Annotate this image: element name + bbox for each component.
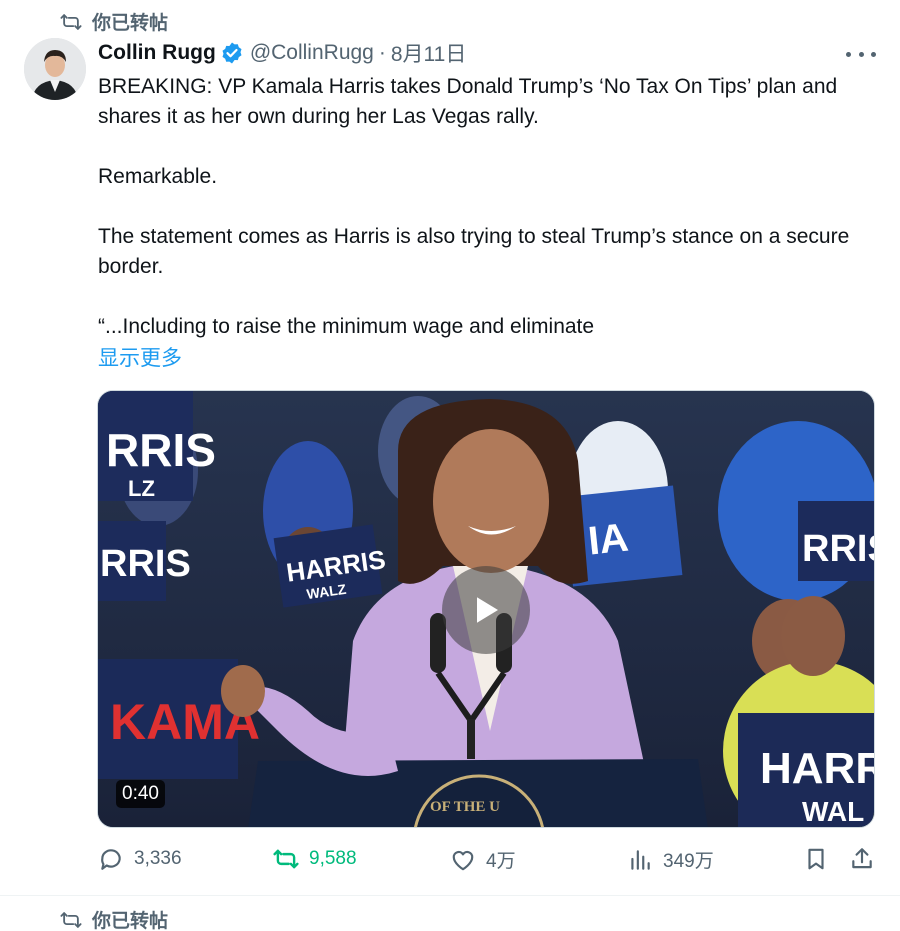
bookmark-button[interactable] xyxy=(803,846,829,872)
sign-text: IA xyxy=(586,516,630,564)
display-name[interactable]: Collin Rugg xyxy=(98,41,216,65)
post-header: Collin Rugg @CollinRugg · 8月11日 xyxy=(98,38,466,68)
reply-button[interactable]: 3,336 xyxy=(98,846,182,872)
view-count: 349万 xyxy=(663,851,714,872)
sign-text: RRIS xyxy=(106,424,216,476)
verified-badge-icon[interactable] xyxy=(220,41,244,65)
repost-count: 9,588 xyxy=(309,848,357,869)
separator: · xyxy=(378,41,386,64)
reply-count: 3,336 xyxy=(134,848,182,869)
bookmark-icon xyxy=(808,848,824,870)
more-icon[interactable] xyxy=(846,44,876,64)
video-player[interactable]: RRIS LZ HARRIS WALZ RRIS IA RRIS KAMA HA… xyxy=(97,390,875,828)
sign-text: WAL xyxy=(802,796,864,827)
repost-icon xyxy=(60,13,82,30)
video-duration: 0:40 xyxy=(116,780,165,808)
post-date[interactable]: 8月11日 xyxy=(391,38,466,68)
divider xyxy=(0,895,900,896)
like-count: 4万 xyxy=(486,851,516,872)
post-paragraph: BREAKING: VP Kamala Harris takes Donald … xyxy=(98,75,838,128)
share-icon xyxy=(852,848,872,869)
post-paragraph: “...Including to raise the minimum wage … xyxy=(98,315,595,338)
social-context-label: 你已转帖 xyxy=(92,13,169,34)
sign-text: OF THE U xyxy=(430,799,500,815)
sign-text: LZ xyxy=(128,476,155,501)
show-more-link[interactable]: 显示更多 xyxy=(98,342,182,372)
sign-text: RRIS xyxy=(802,528,875,570)
sign-text: HARR xyxy=(760,744,875,793)
repost-icon xyxy=(273,849,299,869)
play-icon xyxy=(477,597,498,623)
views-icon xyxy=(631,849,650,870)
post-paragraph: Remarkable. xyxy=(98,165,218,188)
author-handle[interactable]: @CollinRugg xyxy=(250,41,374,65)
post-paragraph: The statement comes as Harris is also tr… xyxy=(98,225,850,278)
repost-icon xyxy=(60,911,82,928)
like-icon xyxy=(452,850,474,870)
avatar[interactable] xyxy=(24,38,86,100)
post-text: BREAKING: VP Kamala Harris takes Donald … xyxy=(98,72,868,342)
repost-button[interactable]: 9,588 xyxy=(273,846,357,872)
views-button[interactable]: 349万 xyxy=(627,846,714,873)
play-button[interactable] xyxy=(442,566,530,654)
like-button[interactable]: 4万 xyxy=(450,846,516,873)
social-context[interactable]: 你已转帖 xyxy=(60,8,168,35)
sign-text: RRIS xyxy=(100,543,191,585)
reply-icon xyxy=(101,849,121,870)
action-bar: 3,336 9,588 4万 349万 xyxy=(0,846,900,880)
social-context[interactable]: 你已转帖 xyxy=(60,906,168,931)
share-button[interactable] xyxy=(849,846,875,872)
social-context-label: 你已转帖 xyxy=(92,911,169,931)
